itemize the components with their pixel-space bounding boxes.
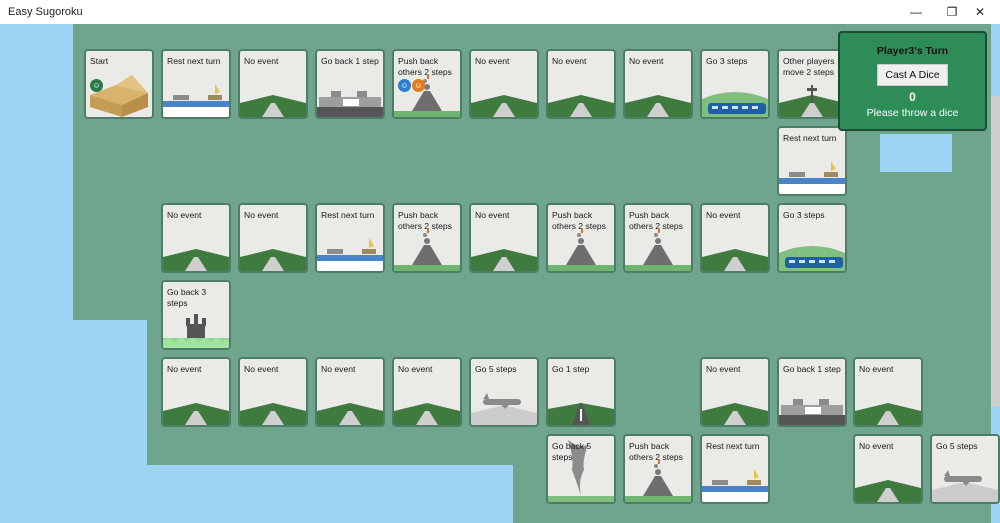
- tile-label: Go back 3 steps: [167, 287, 207, 308]
- board-tile: Go back 5 steps: [546, 434, 616, 504]
- cast-dice-button[interactable]: Cast A Dice: [877, 64, 948, 86]
- tile-label: Push back others 2 steps: [552, 210, 606, 231]
- board-tile: Push back others 2 steps: [623, 434, 693, 504]
- tile-label: Push back others 2 steps: [629, 441, 683, 462]
- board-tile: No event: [700, 357, 770, 427]
- board-tile: No event: [623, 49, 693, 119]
- tile-label: No event: [244, 210, 279, 220]
- board-tile: Go 3 steps: [700, 49, 770, 119]
- board-tile: No event: [853, 434, 923, 504]
- board-tile: Push back others 2 steps: [623, 203, 693, 273]
- tile-label: No event: [859, 364, 894, 374]
- board-tile: Go 1 step: [546, 357, 616, 427]
- board-tile: No event: [469, 49, 539, 119]
- tile-label: No event: [475, 210, 510, 220]
- board-tile: Go 3 steps: [777, 203, 847, 273]
- tile-label: Go 3 steps: [706, 56, 748, 66]
- board-tile: No event: [161, 203, 231, 273]
- board-tile: Go back 3 steps: [161, 280, 231, 350]
- tile-label: No event: [475, 56, 510, 66]
- board-tile: No event: [161, 357, 231, 427]
- turn-indicator: Player3's Turn: [876, 45, 949, 57]
- tile-label: Rest next turn: [167, 56, 221, 66]
- board-tile: Go 5 steps: [930, 434, 1000, 504]
- board-tile: No event: [238, 203, 308, 273]
- board-tile: Push back others 2 steps ☺ ☺: [392, 49, 462, 119]
- tile-label: Rest next turn: [706, 441, 760, 451]
- board-tile: Go 5 steps: [469, 357, 539, 427]
- board-tile: Rest next turn: [161, 49, 231, 119]
- vertical-scrollbar[interactable]: [991, 96, 1000, 406]
- board-tile: Other players move 2 steps: [777, 49, 847, 119]
- tile-label: Push back others 2 steps: [629, 210, 683, 231]
- tile-label: No event: [398, 364, 433, 374]
- tile-label: Start: [90, 56, 109, 66]
- pawn-blue-icon: ☺: [398, 79, 411, 92]
- tile-label: Rest next turn: [783, 133, 837, 143]
- tile-label: No event: [629, 56, 664, 66]
- pawn-group: ☺: [90, 79, 103, 92]
- tile-label: Rest next turn: [321, 210, 375, 220]
- tile-label: No event: [167, 364, 202, 374]
- tile-label: Push back others 2 steps: [398, 56, 452, 77]
- pawn-orange-icon: ☺: [412, 79, 425, 92]
- board-tile: Push back others 2 steps: [546, 203, 616, 273]
- title-bar: Easy Sugoroku — ❐ ✕: [0, 0, 1000, 24]
- board-tile: No event: [238, 357, 308, 427]
- tile-label: Go 1 step: [552, 364, 590, 374]
- board-tile: Start ☺: [84, 49, 154, 119]
- board-tile: No event: [469, 203, 539, 273]
- board-tile: No event: [700, 203, 770, 273]
- tile-label: Push back others 2 steps: [398, 210, 452, 231]
- pawn-group: ☺ ☺: [398, 79, 425, 92]
- window-title: Easy Sugoroku: [8, 6, 83, 18]
- tile-label: Other players move 2 steps: [783, 56, 835, 77]
- sea-inlet: [880, 134, 952, 172]
- tile-label: Go 5 steps: [475, 364, 517, 374]
- minimize-icon[interactable]: —: [898, 0, 934, 24]
- tile-label: Go back 5 steps: [552, 441, 592, 462]
- dice-value: 0: [909, 90, 916, 104]
- board-tile: Push back others 2 steps: [392, 203, 462, 273]
- board-tile: No event: [546, 49, 616, 119]
- pawn-green-icon: ☺: [90, 79, 103, 92]
- board-tile: No event: [315, 357, 385, 427]
- board-tile: Go back 1 step: [777, 357, 847, 427]
- tile-label: Go back 1 step: [783, 364, 841, 374]
- board-tile: Rest next turn: [315, 203, 385, 273]
- close-icon[interactable]: ✕: [962, 0, 998, 24]
- tile-label: No event: [244, 364, 279, 374]
- board-tile: Rest next turn: [700, 434, 770, 504]
- board-tile: No event: [392, 357, 462, 427]
- tile-label: No event: [244, 56, 279, 66]
- board-tile: Go back 1 step: [315, 49, 385, 119]
- board-tile: No event: [238, 49, 308, 119]
- tile-label: Go 3 steps: [783, 210, 825, 220]
- turn-panel: Player3's Turn Cast A Dice 0 Please thro…: [838, 31, 987, 131]
- tile-label: No event: [706, 364, 741, 374]
- status-message: Please throw a dice: [866, 107, 959, 119]
- tile-label: No event: [321, 364, 356, 374]
- tile-label: Go 5 steps: [936, 441, 978, 451]
- tile-label: Go back 1 step: [321, 56, 379, 66]
- board-tile: No event: [853, 357, 923, 427]
- tile-label: No event: [706, 210, 741, 220]
- board-tile: Rest next turn: [777, 126, 847, 196]
- tile-label: No event: [859, 441, 894, 451]
- tile-label: No event: [167, 210, 202, 220]
- tile-label: No event: [552, 56, 587, 66]
